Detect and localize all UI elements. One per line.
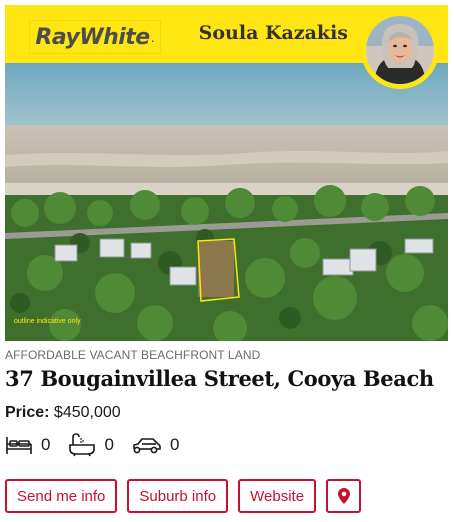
bath-icon bbox=[69, 433, 96, 457]
agent-portrait-icon bbox=[366, 16, 434, 84]
feature-bedrooms: 0 bbox=[5, 434, 50, 456]
bedrooms-count: 0 bbox=[41, 435, 51, 454]
logo-text: RayWhite bbox=[35, 24, 150, 50]
car-icon bbox=[133, 438, 161, 454]
feature-car-spaces: 0 bbox=[132, 435, 179, 455]
bed-icon bbox=[6, 437, 32, 454]
price-label: Price: bbox=[5, 404, 50, 421]
listing-tagline: AFFORDABLE VACANT BEACHFRONT LAND bbox=[5, 348, 261, 362]
bathrooms-count: 0 bbox=[104, 435, 114, 454]
price-row: Price: $450,000 bbox=[5, 404, 448, 422]
listing-address[interactable]: 37 Bougainvillea Street, Cooya Beach bbox=[5, 366, 448, 391]
photo-caption: outline indicative only bbox=[14, 318, 81, 325]
agent-avatar[interactable] bbox=[361, 11, 439, 89]
price-value: $450,000 bbox=[53, 404, 121, 421]
property-features: 0 0 0 bbox=[5, 432, 448, 458]
map-button[interactable] bbox=[326, 479, 362, 513]
action-buttons: Send me info Suburb info Website bbox=[5, 479, 448, 513]
feature-bathrooms: 0 bbox=[68, 433, 114, 457]
map-pin-icon bbox=[337, 488, 350, 504]
website-button[interactable]: Website bbox=[238, 479, 317, 513]
agent-name: Soula Kazakis bbox=[198, 22, 348, 44]
logo-dot: . bbox=[150, 29, 155, 45]
ray-white-logo: RayWhite. bbox=[29, 20, 161, 54]
send-me-info-button[interactable]: Send me info bbox=[5, 479, 118, 513]
aerial-beach-photo bbox=[5, 63, 448, 341]
car-spaces-count: 0 bbox=[169, 435, 180, 454]
property-photo[interactable] bbox=[5, 63, 448, 341]
suburb-info-button[interactable]: Suburb info bbox=[127, 479, 229, 513]
agent-banner: RayWhite. Soula Kazakis bbox=[5, 5, 448, 89]
listing-card: RayWhite. Soula Kazakis outline indicati… bbox=[5, 5, 448, 513]
